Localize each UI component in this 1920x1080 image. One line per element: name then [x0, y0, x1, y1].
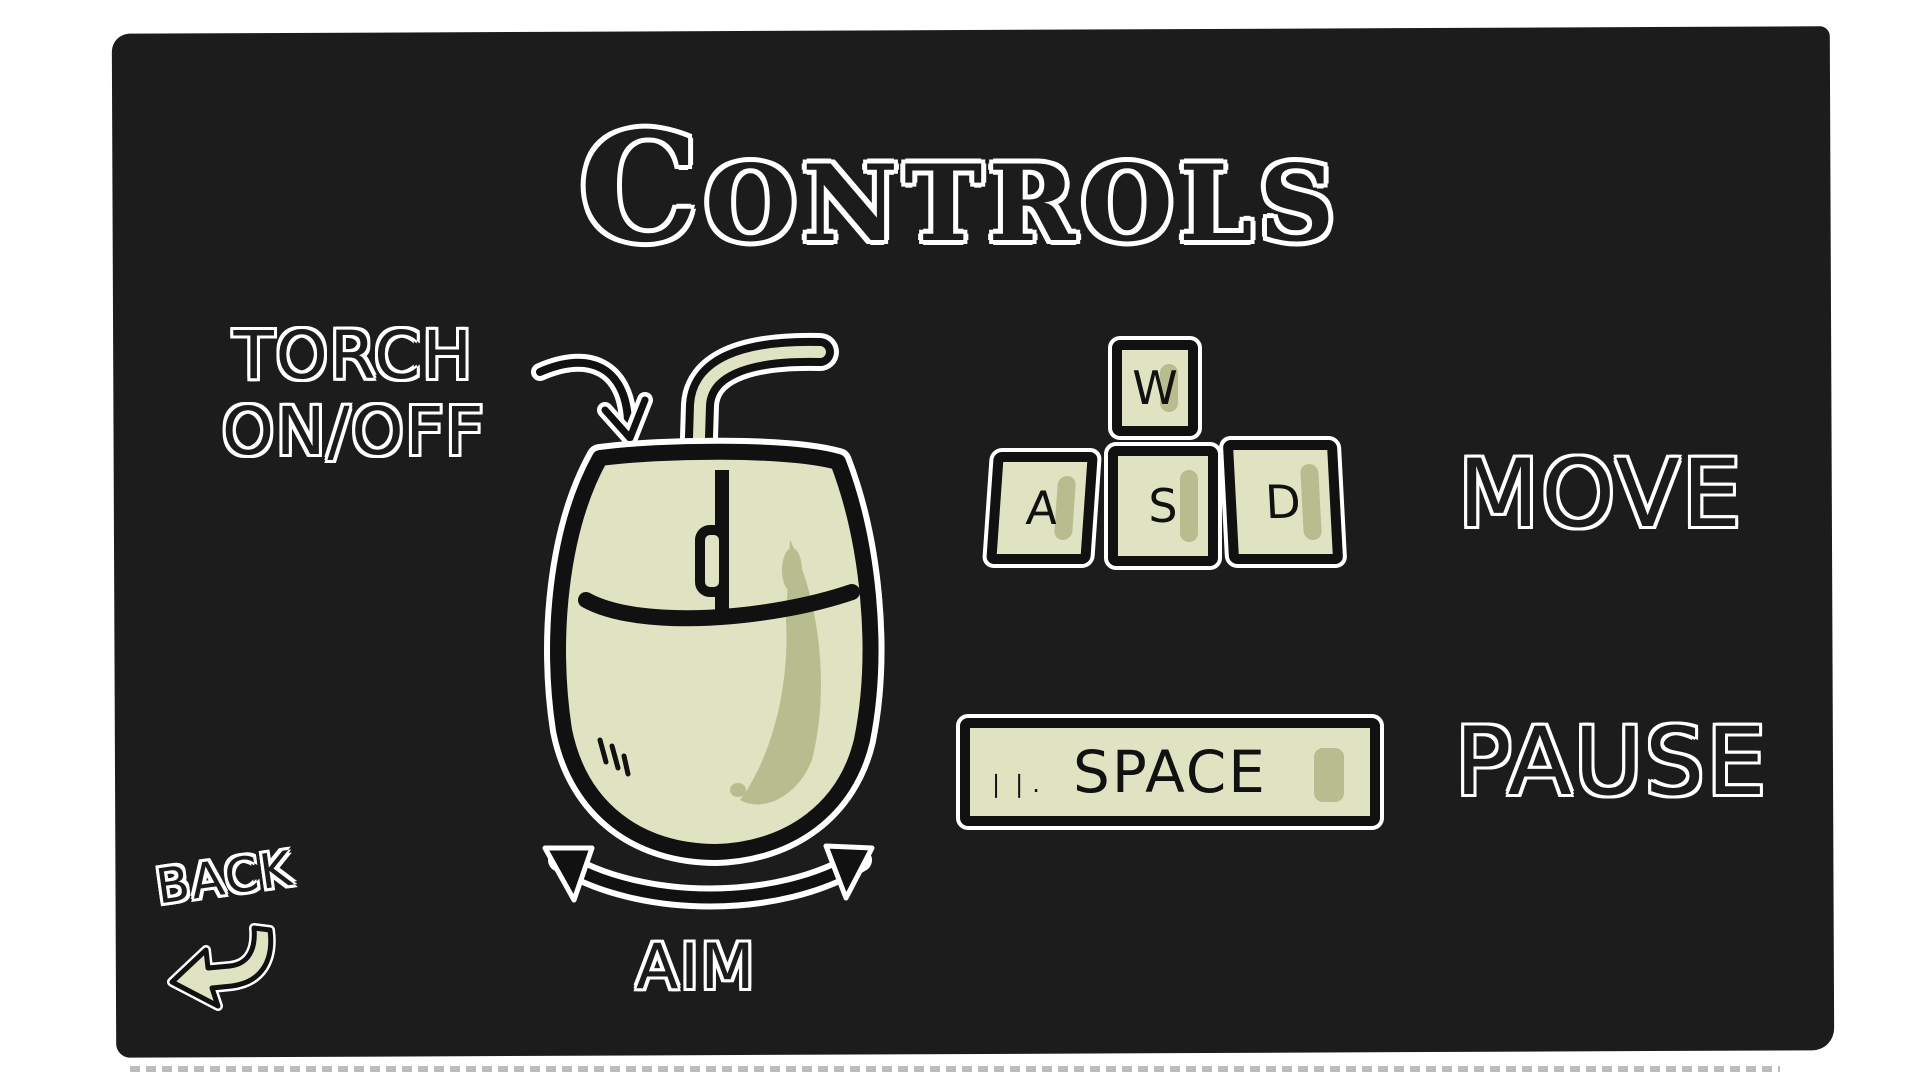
key-a-label: A [1024, 481, 1060, 535]
key-s[interactable]: S [1104, 442, 1222, 570]
bottom-divider [130, 1066, 1780, 1072]
mouse-icon [544, 437, 885, 866]
key-s-label: S [1148, 479, 1178, 533]
torch-label-line1: TORCH [233, 317, 474, 394]
page-title: Controls [579, 100, 1341, 276]
torch-label-line2: ON/OFF [222, 393, 486, 470]
key-space-label: SPACE [1073, 738, 1267, 806]
key-a[interactable]: A [981, 448, 1103, 568]
move-label: MOVE [1458, 440, 1744, 549]
aim-arrow-icon [542, 843, 875, 910]
key-d[interactable]: D [1218, 436, 1348, 568]
torch-toggle-label: TORCH ON/OFF [222, 318, 485, 470]
key-space[interactable]: ❘❘. SPACE [956, 714, 1384, 830]
back-label: BACK [152, 840, 298, 916]
pause-label: PAUSE [1455, 708, 1768, 817]
torch-pointer-arrow [531, 353, 637, 429]
back-button[interactable]: BACK [150, 841, 300, 1030]
back-arrow-icon [167, 923, 276, 1011]
key-w-label: W [1132, 361, 1178, 415]
key-w[interactable]: W [1108, 336, 1202, 440]
key-d-label: D [1263, 475, 1303, 529]
mouse-cable [679, 332, 839, 489]
controls-screen: Controls TORCH ON/OFF AIM W A S D MOVE ❘… [0, 0, 1920, 1080]
aim-label: AIM [636, 930, 757, 1003]
